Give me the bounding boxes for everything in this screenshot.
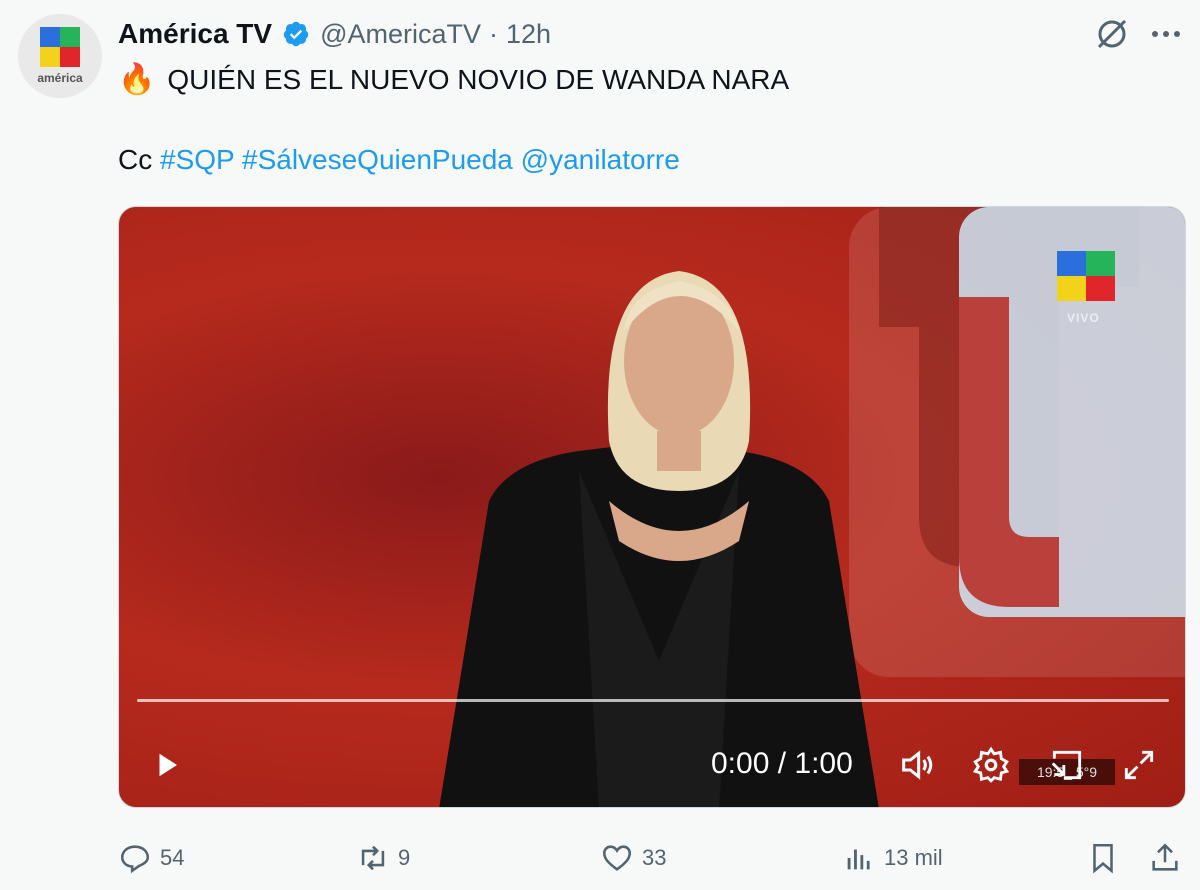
repost-icon [361, 845, 385, 871]
pip-button[interactable] [1045, 743, 1089, 787]
handle[interactable]: @AmericaTV [320, 19, 481, 50]
view-count: 13 mil [884, 845, 943, 870]
display-name[interactable]: América TV [118, 18, 272, 50]
vivo-label: VIVO [1067, 311, 1100, 325]
share-icon [1152, 843, 1178, 871]
fullscreen-button[interactable] [1117, 743, 1161, 787]
bookmark-button[interactable] [1086, 836, 1120, 880]
play-button[interactable] [147, 745, 187, 785]
settings-button[interactable] [969, 743, 1013, 787]
play-icon [159, 753, 177, 777]
gear-icon [972, 746, 1010, 783]
views-icon [847, 849, 870, 870]
volume-button[interactable] [895, 743, 939, 787]
mention-link[interactable]: @yanilatorre [521, 144, 680, 175]
timestamp[interactable]: 12h [506, 19, 551, 50]
hashtag-salvese[interactable]: #SálveseQuienPueda [242, 144, 513, 175]
reply-button[interactable]: 54 [118, 836, 184, 880]
time-display: 0:00 / 1:00 [711, 747, 853, 780]
grok-icon[interactable] [1092, 14, 1132, 54]
reply-count: 54 [160, 845, 185, 870]
fire-emoji: 🔥 [118, 63, 156, 96]
america-logo [40, 27, 80, 67]
share-button[interactable] [1148, 836, 1182, 880]
separator: · [489, 18, 499, 49]
more-icon[interactable] [1146, 14, 1186, 54]
post-text: 🔥 QUIÉN ES EL NUEVO NOVIO DE WANDA NARA [118, 62, 789, 97]
headline: QUIÉN ES EL NUEVO NOVIO DE WANDA NARA [167, 63, 790, 95]
avatar-label: américa [37, 71, 83, 85]
repost-count: 9 [398, 845, 411, 870]
video-player[interactable]: VIVO 0:00 / 1:00 19:5_ 5°9 [118, 206, 1186, 808]
post-header: América TV @AmericaTV · 12h [118, 16, 551, 52]
presenter-figure [439, 271, 879, 807]
action-bar: 54 9 33 13 mil [118, 836, 1186, 880]
cc-label: Cc [118, 144, 153, 175]
views-button[interactable]: 13 mil [842, 836, 943, 880]
hashtag-sqp[interactable]: #SQP [160, 144, 234, 175]
reply-icon [120, 845, 150, 874]
verified-badge-icon [283, 21, 309, 47]
heart-icon [602, 845, 632, 871]
like-count: 33 [642, 845, 667, 870]
post-tags: Cc #SQP #SálveseQuienPueda @yanilatorre [118, 144, 680, 176]
fullscreen-icon [1124, 750, 1154, 780]
picture-in-picture-icon [1051, 750, 1082, 780]
progress-bar[interactable] [137, 699, 1169, 702]
repost-button[interactable]: 9 [356, 836, 410, 880]
avatar[interactable]: américa [18, 14, 102, 98]
like-button[interactable]: 33 [600, 836, 666, 880]
bookmark-icon [1093, 843, 1113, 874]
vivo-logo [1057, 251, 1115, 301]
volume-icon [902, 750, 933, 780]
